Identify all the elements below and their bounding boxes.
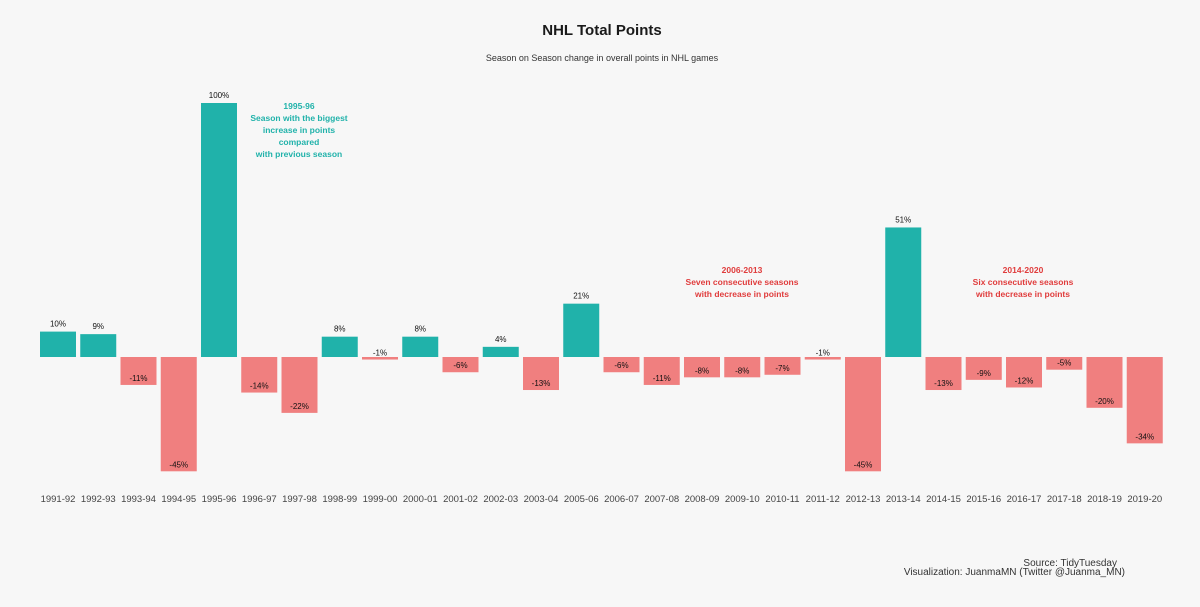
data-label-2016-17: -12% — [1015, 376, 1034, 385]
x-tick-2015-16: 2015-16 — [966, 494, 1001, 505]
x-tick-2012-13: 2012-13 — [846, 494, 881, 505]
annotation-3-line: 2014-2020 — [1003, 265, 1044, 275]
x-tick-1995-96: 1995-96 — [202, 494, 237, 505]
caption-credit: Visualization: JuanmaMN (Twitter @Juanma… — [904, 567, 1125, 578]
data-label-2017-18: -5% — [1057, 359, 1071, 368]
bar-1998-99 — [321, 336, 358, 357]
bars-group — [40, 103, 1163, 472]
bar-1991-92 — [40, 331, 76, 357]
data-label-1998-99: 8% — [334, 325, 346, 334]
data-label-2011-12: -1% — [816, 349, 830, 358]
chart-subtitle: Season on Season change in overall point… — [486, 53, 719, 63]
x-tick-1993-94: 1993-94 — [121, 494, 156, 505]
x-tick-2000-01: 2000-01 — [403, 494, 438, 505]
chart: NHL Total Points Season on Season change… — [40, 22, 1163, 578]
bar-2019-20 — [1126, 357, 1163, 444]
bar-2002-03 — [482, 346, 519, 357]
data-label-2009-10: -8% — [735, 366, 749, 375]
x-tick-2005-06: 2005-06 — [564, 494, 599, 505]
x-tick-2019-20: 2019-20 — [1127, 494, 1162, 505]
x-tick-2010-11: 2010-11 — [765, 494, 799, 505]
x-tick-1991-92: 1991-92 — [41, 494, 76, 505]
bar-1994-95 — [160, 357, 197, 472]
x-tick-1997-98: 1997-98 — [282, 494, 317, 505]
x-tick-2006-07: 2006-07 — [604, 494, 639, 505]
x-tick-2016-17: 2016-17 — [1007, 494, 1042, 505]
bar-1995-96 — [201, 103, 237, 357]
data-label-2005-06: 21% — [573, 292, 589, 301]
annotation-1-line: with previous season — [255, 149, 342, 159]
x-tick-2017-18: 2017-18 — [1047, 494, 1082, 505]
x-tick-1999-00: 1999-00 — [363, 494, 398, 505]
x-tick-2007-08: 2007-08 — [644, 494, 679, 505]
data-label-2002-03: 4% — [495, 335, 507, 344]
x-tick-2008-09: 2008-09 — [685, 494, 720, 505]
data-label-1995-96: 100% — [209, 91, 229, 100]
x-tick-1994-95: 1994-95 — [161, 494, 196, 505]
bar-2000-01 — [402, 336, 439, 357]
x-tick-2013-14: 2013-14 — [886, 494, 921, 505]
data-label-2014-15: -13% — [934, 379, 953, 388]
data-label-1996-97: -14% — [250, 382, 269, 391]
annotation-3-line: Six consecutive seasons — [973, 277, 1074, 287]
x-tick-2002-03: 2002-03 — [483, 494, 518, 505]
bar-1992-93 — [80, 334, 117, 357]
data-label-2012-13: -45% — [854, 460, 873, 469]
annotation-2-line: Seven consecutive seasons — [686, 277, 799, 287]
data-label-2010-11: -7% — [775, 364, 789, 373]
data-label-2019-20: -34% — [1135, 432, 1154, 441]
annotation-3: 2014-2020 Six consecutive seasons with dec… — [973, 265, 1074, 299]
data-label-2003-04: -13% — [532, 379, 551, 388]
bar-2013-14 — [885, 227, 922, 357]
data-label-2013-14: 51% — [895, 215, 911, 224]
x-tick-2011-12: 2011-12 — [806, 494, 840, 505]
annotation-1-line: 1995-96 — [283, 101, 314, 111]
x-tick-2018-19: 2018-19 — [1087, 494, 1122, 505]
annotation-1: 1995-96 Season with the biggest increase i… — [250, 101, 347, 159]
data-label-2007-08: -11% — [653, 374, 671, 383]
data-label-2000-01: 8% — [414, 325, 426, 334]
data-label-2006-07: -6% — [614, 361, 628, 370]
x-tick-2009-10: 2009-10 — [725, 494, 760, 505]
x-tick-1996-97: 1996-97 — [242, 494, 277, 505]
data-label-1997-98: -22% — [290, 402, 309, 411]
annotations-group: 1995-96 Season with the biggest increase i… — [250, 101, 1073, 299]
x-tick-1992-93: 1992-93 — [81, 494, 116, 505]
data-label-1991-92: 10% — [50, 320, 66, 329]
annotation-1-line: increase in points — [263, 125, 336, 135]
x-tick-2014-15: 2014-15 — [926, 494, 961, 505]
annotation-3-line: with decrease in points — [975, 289, 1070, 299]
x-tick-1998-99: 1998-99 — [322, 494, 357, 505]
bar-2005-06 — [563, 303, 600, 357]
x-tick-2003-04: 2003-04 — [524, 494, 559, 505]
chart-title: NHL Total Points — [542, 22, 661, 39]
x-tick-2001-02: 2001-02 — [443, 494, 478, 505]
data-label-1994-95: -45% — [169, 460, 188, 469]
data-label-1992-93: 9% — [92, 322, 104, 331]
bar-2012-13 — [845, 357, 881, 472]
data-label-2001-02: -6% — [453, 361, 467, 370]
annotation-2: 2006-2013 Seven consecutive seasons with d… — [686, 265, 799, 299]
annotation-2-line: with decrease in points — [694, 289, 789, 299]
data-label-1993-94: -11% — [129, 374, 147, 383]
annotation-2-line: 2006-2013 — [722, 265, 763, 275]
data-label-1999-00: -1% — [373, 349, 387, 358]
annotation-1-line: compared — [279, 137, 320, 147]
data-label-2008-09: -8% — [695, 366, 709, 375]
data-label-2015-16: -9% — [977, 369, 991, 378]
x-tick-labels-group: 1991-92 1992-93 1993-94 1994-95 1995-96 1996-… — [41, 494, 1163, 505]
data-label-2018-19: -20% — [1095, 397, 1114, 406]
annotation-1-line: Season with the biggest — [250, 113, 347, 123]
